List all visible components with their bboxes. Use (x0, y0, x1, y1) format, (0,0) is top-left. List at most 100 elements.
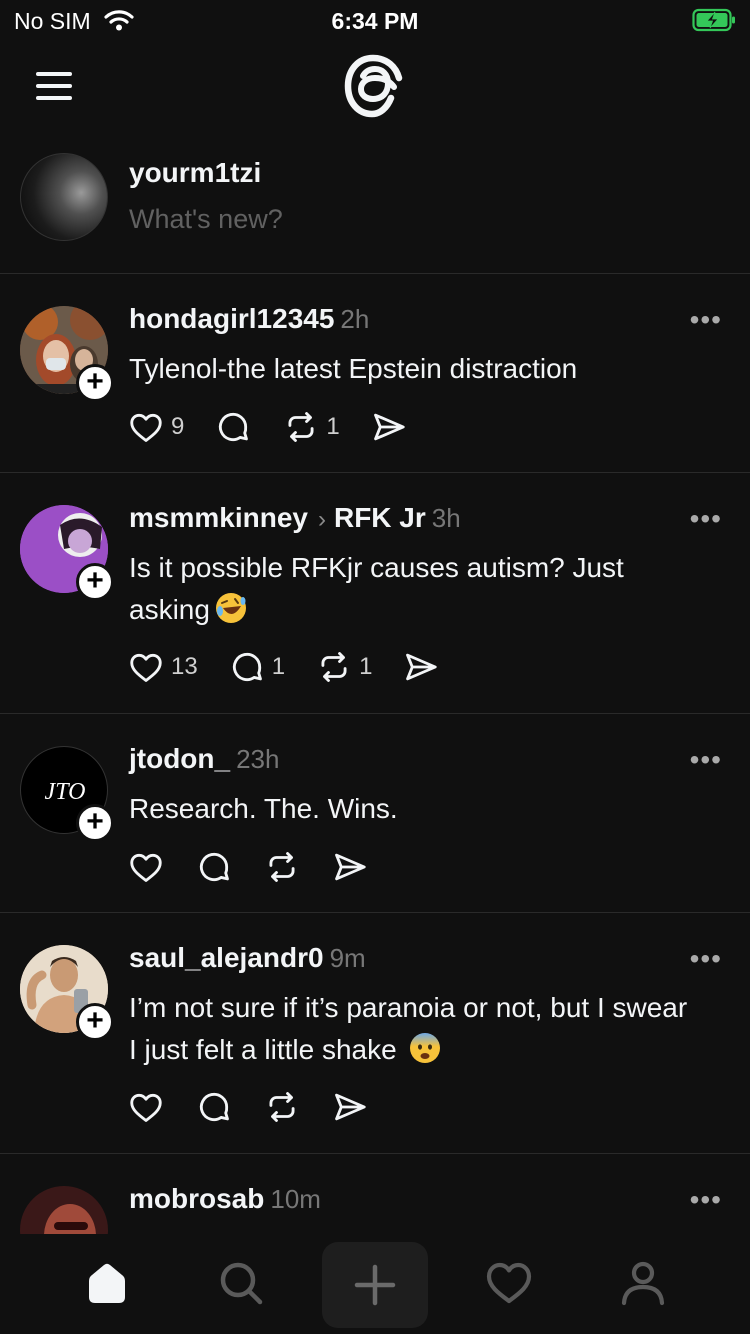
post-header: hondagirl12345 2h (129, 303, 369, 335)
avatar[interactable] (20, 153, 108, 241)
menu-icon[interactable] (36, 72, 74, 100)
clock: 6:34 PM (331, 8, 419, 34)
like-button[interactable] (127, 1088, 165, 1126)
post-header: mobrosab 10m (129, 1183, 321, 1215)
post[interactable]: mobrosab 10m ••• (0, 1154, 750, 1234)
reply-button[interactable]: 1 (228, 648, 285, 686)
heart-icon (130, 653, 162, 682)
home-icon (89, 1263, 125, 1303)
post-header: jtodon_ 23h (129, 743, 279, 775)
post-username[interactable]: hondagirl12345 (129, 303, 334, 334)
tab-activity[interactable] (474, 1248, 544, 1318)
like-button[interactable]: 9 (127, 408, 184, 446)
activity-heart-icon (486, 1262, 532, 1304)
post[interactable]: + msmmkinney › RFK Jr 3h ••• Is it possible… (0, 473, 750, 714)
post-actions: 9 1 (127, 407, 438, 447)
follow-button[interactable]: + (76, 364, 114, 402)
more-options-button[interactable]: ••• (690, 744, 722, 776)
post-username[interactable]: saul_alejandr0 (129, 942, 324, 973)
reply-button[interactable] (195, 848, 233, 886)
like-button[interactable] (127, 848, 165, 886)
post-username[interactable]: mobrosab (129, 1183, 264, 1214)
post[interactable]: JTO + jtodon_ 23h ••• Research. The. Wins… (0, 714, 750, 913)
repost-icon (269, 1092, 295, 1122)
battery-charging-icon (692, 8, 735, 32)
like-count: 9 (171, 413, 185, 440)
create-icon (354, 1264, 396, 1306)
share-button[interactable] (331, 848, 369, 886)
post-header: saul_alejandr0 9m (129, 942, 366, 974)
post-text: Is it possible RFKjr causes autism? Just… (129, 552, 624, 625)
tab-profile[interactable] (608, 1248, 678, 1318)
post-header: msmmkinney › RFK Jr 3h (129, 502, 461, 534)
post-time: 23h (236, 744, 280, 774)
chevron-right-icon: › (317, 506, 326, 533)
avatar[interactable] (20, 1186, 108, 1234)
repost-icon (269, 852, 295, 882)
like-button[interactable]: 13 (127, 648, 198, 686)
post-topic[interactable]: RFK Jr (334, 502, 426, 533)
reply-button[interactable] (214, 408, 252, 446)
comment-icon (219, 412, 249, 442)
rolling-on-floor-laughing-emoji-icon (215, 593, 246, 623)
tab-search[interactable] (206, 1248, 276, 1318)
avatar-photo-icon (20, 1186, 108, 1234)
repost-icon (288, 412, 314, 442)
profile-icon (621, 1261, 665, 1306)
post-time: 10m (270, 1184, 321, 1214)
post-time: 3h (431, 503, 461, 533)
heart-icon (130, 413, 162, 442)
share-button[interactable] (370, 408, 408, 446)
repost-button[interactable] (263, 1088, 301, 1126)
send-icon (406, 653, 438, 681)
post-time: 2h (340, 304, 370, 334)
post-actions (127, 1087, 399, 1127)
more-options-button[interactable]: ••• (690, 1184, 722, 1216)
post-text-block: Is it possible RFKjr causes autism? Just… (129, 547, 689, 631)
tab-bar (0, 1234, 750, 1334)
fearful-face-emoji-icon (410, 1033, 441, 1063)
reply-count: 1 (271, 653, 286, 680)
heart-icon (130, 853, 162, 882)
repost-icon (321, 652, 347, 682)
send-icon (335, 1093, 366, 1121)
repost-button[interactable]: 1 (315, 648, 372, 686)
new-thread-composer[interactable]: yourm1tzi What's new? (0, 140, 750, 274)
repost-count: 1 (326, 413, 340, 440)
post[interactable]: + hondagirl12345 2h ••• Tylenol-the lates… (0, 274, 750, 473)
repost-button[interactable]: 1 (282, 408, 340, 446)
follow-button[interactable]: + (76, 1003, 114, 1041)
threads-logo-icon[interactable] (342, 52, 406, 120)
more-options-button[interactable]: ••• (690, 943, 722, 975)
post[interactable]: + saul_alejandr0 9m ••• I’m not sure if i… (0, 913, 750, 1154)
post-time: 9m (329, 943, 366, 973)
post-text-block: I’m not sure if it’s paranoia or not, bu… (129, 987, 689, 1071)
post-username[interactable]: msmmkinney (129, 502, 308, 533)
post-actions (127, 847, 399, 887)
follow-button[interactable]: + (76, 804, 114, 842)
comment-icon (199, 1092, 229, 1122)
post-text: Tylenol-the latest Epstein distraction (129, 353, 578, 384)
follow-button[interactable]: + (76, 563, 114, 601)
status-bar: No SIM 6:34 PM (0, 0, 750, 40)
comment-icon (199, 852, 229, 882)
share-button[interactable] (331, 1088, 369, 1126)
composer-input[interactable]: What's new? (129, 204, 283, 235)
tab-create[interactable] (322, 1242, 428, 1328)
share-button[interactable] (402, 648, 440, 686)
post-username[interactable]: jtodon_ (129, 743, 230, 774)
reply-button[interactable] (195, 1088, 233, 1126)
tab-home[interactable] (72, 1248, 142, 1318)
like-count: 13 (171, 653, 198, 680)
send-icon (373, 413, 405, 441)
more-options-button[interactable]: ••• (690, 503, 722, 535)
composer-username: yourm1tzi (129, 157, 262, 188)
post-text: Research. The. Wins. (129, 793, 398, 824)
heart-icon (130, 1093, 162, 1122)
search-icon (220, 1262, 263, 1305)
send-icon (335, 853, 366, 881)
header (0, 40, 750, 140)
repost-button[interactable] (263, 848, 301, 886)
more-options-button[interactable]: ••• (690, 304, 722, 336)
post-text: I’m not sure if it’s paranoia or not, bu… (129, 992, 688, 1065)
